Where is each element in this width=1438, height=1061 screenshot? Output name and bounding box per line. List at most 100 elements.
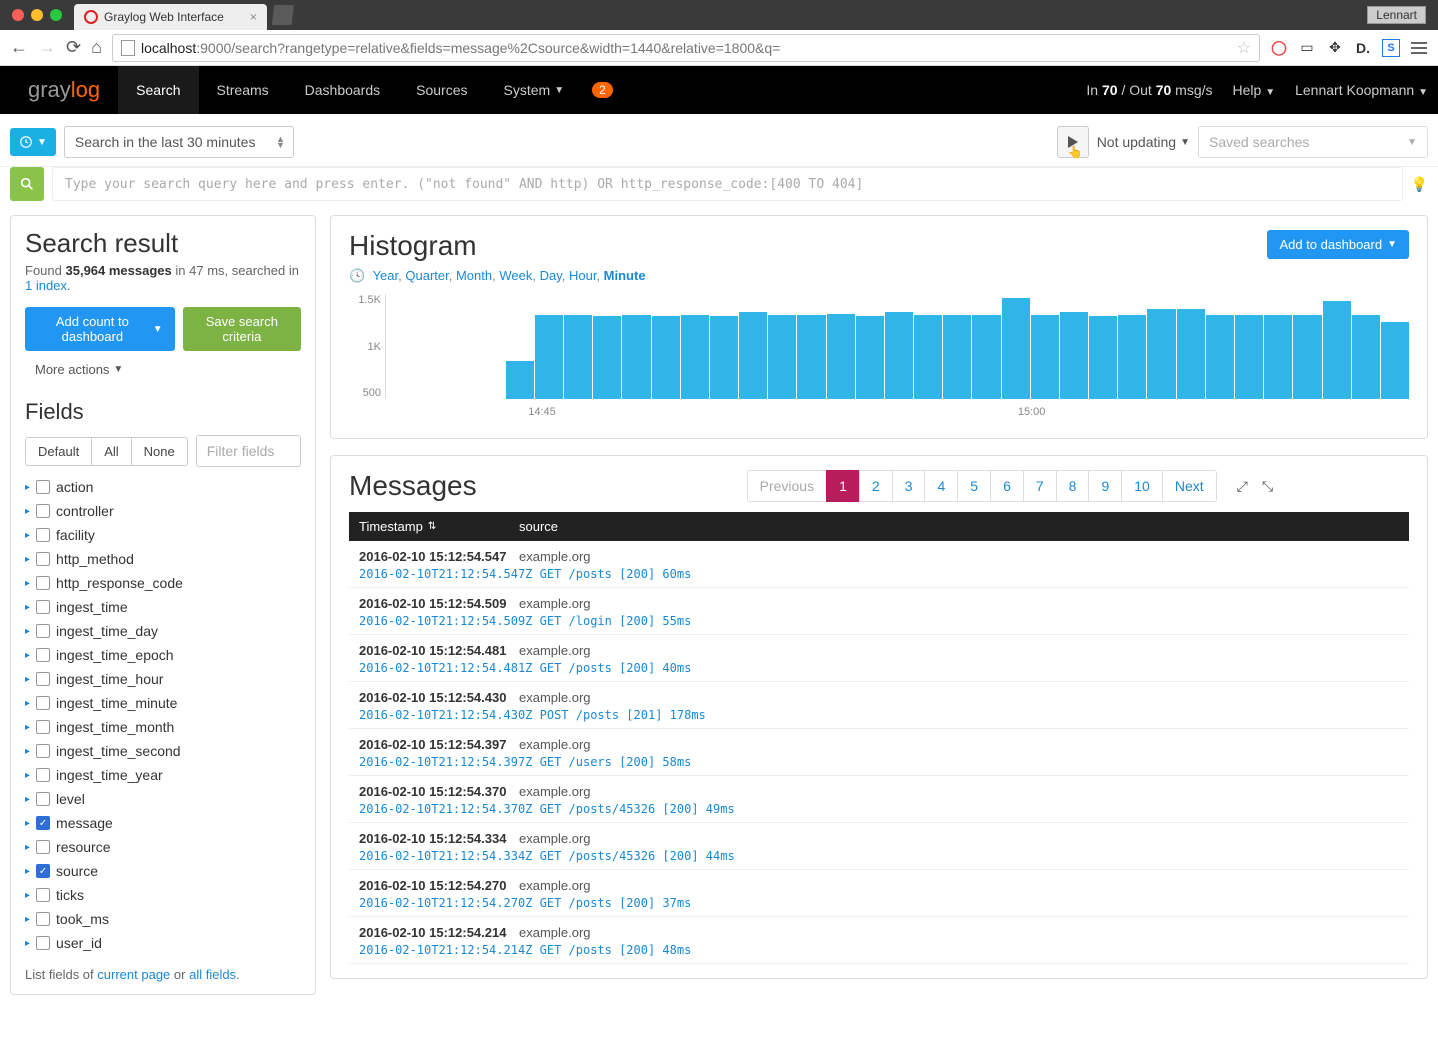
save-search-criteria-button[interactable]: Save search criteria [183,307,301,351]
nav-item-search[interactable]: Search [118,66,198,114]
menu-icon[interactable] [1410,39,1428,57]
histogram-bar[interactable] [1002,298,1030,400]
interval-week[interactable]: Week [499,268,532,283]
current-page-link[interactable]: current page [97,967,170,982]
user-menu[interactable]: Lennart Koopmann ▼ [1295,82,1428,98]
interval-year[interactable]: Year [373,268,399,283]
field-checkbox[interactable] [36,648,50,662]
histogram-bar[interactable] [1089,316,1117,399]
reload-icon[interactable]: ⟳ [66,37,81,58]
bookmark-star-icon[interactable]: ☆ [1237,38,1251,58]
field-checkbox[interactable] [36,504,50,518]
histogram-bar[interactable] [943,315,971,399]
field-checkbox[interactable] [36,600,50,614]
field-checkbox[interactable] [36,552,50,566]
page-2[interactable]: 2 [859,470,893,502]
interval-hour[interactable]: Hour [569,268,596,283]
interval-month[interactable]: Month [456,268,492,283]
add-count-dashboard-button[interactable]: Add count to dashboard ▼ [25,307,175,351]
url-bar[interactable]: localhost:9000/search?rangetype=relative… [112,34,1260,62]
caret-right-icon[interactable]: ▸ [25,794,30,805]
histogram-bar[interactable] [564,315,592,399]
histogram-bar[interactable] [1147,309,1175,399]
caret-right-icon[interactable]: ▸ [25,938,30,949]
caret-right-icon[interactable]: ▸ [25,506,30,517]
histogram-bar[interactable] [1264,315,1292,399]
field-checkbox[interactable] [36,480,50,494]
histogram-bar[interactable] [768,315,796,399]
field-checkbox[interactable] [36,912,50,926]
field-tab-none[interactable]: None [131,437,188,466]
help-menu[interactable]: Help ▼ [1233,82,1276,98]
histogram-chart[interactable]: 1.5K1K500 14:4515:00 [349,294,1409,424]
histogram-bar[interactable] [1235,315,1263,399]
nav-back-icon[interactable]: ← [10,37,28,58]
histogram-bar[interactable] [593,316,621,399]
lightbulb-icon[interactable]: 💡 [1411,176,1428,193]
new-tab-button[interactable] [272,5,294,25]
page-4[interactable]: 4 [924,470,958,502]
ext-icon-s[interactable]: S [1382,39,1400,57]
ext-icon-move[interactable]: ✥ [1326,39,1344,57]
play-refresh-button[interactable]: 👆 [1057,126,1089,158]
caret-right-icon[interactable]: ▸ [25,914,30,925]
caret-right-icon[interactable]: ▸ [25,674,30,685]
histogram-bar[interactable] [622,315,650,399]
expand-icon[interactable]: ⤢ [1237,478,1248,495]
caret-right-icon[interactable]: ▸ [25,578,30,589]
histogram-bar[interactable] [506,361,534,400]
nav-item-dashboards[interactable]: Dashboards [287,66,399,114]
caret-right-icon[interactable]: ▸ [25,866,30,877]
page-prev[interactable]: Previous [747,470,827,502]
page-3[interactable]: 3 [892,470,926,502]
caret-right-icon[interactable]: ▸ [25,626,30,637]
histogram-bar[interactable] [827,314,855,399]
nav-item-sources[interactable]: Sources [398,66,485,114]
page-9[interactable]: 9 [1088,470,1122,502]
histogram-bar[interactable] [1206,315,1234,399]
field-checkbox[interactable] [36,744,50,758]
logo[interactable]: graylog [10,77,118,103]
caret-right-icon[interactable]: ▸ [25,482,30,493]
chrome-user-badge[interactable]: Lennart [1367,6,1426,24]
field-checkbox[interactable] [36,696,50,710]
caret-right-icon[interactable]: ▸ [25,650,30,661]
message-row[interactable]: 2016-02-10 15:12:54.547example.org2016-0… [349,541,1409,588]
histogram-bar[interactable] [914,315,942,399]
search-button[interactable] [10,167,44,201]
field-checkbox[interactable]: ✓ [36,864,50,878]
caret-right-icon[interactable]: ▸ [25,698,30,709]
nav-item-streams[interactable]: Streams [199,66,287,114]
field-checkbox[interactable] [36,792,50,806]
window-maximize[interactable] [50,9,62,21]
page-10[interactable]: 10 [1121,470,1163,502]
page-8[interactable]: 8 [1056,470,1090,502]
collapse-icon[interactable]: ⤡ [1262,478,1273,495]
field-checkbox[interactable] [36,840,50,854]
message-row[interactable]: 2016-02-10 15:12:54.214example.org2016-0… [349,917,1409,964]
field-checkbox[interactable] [36,720,50,734]
caret-right-icon[interactable]: ▸ [25,554,30,565]
message-row[interactable]: 2016-02-10 15:12:54.397example.org2016-0… [349,729,1409,776]
more-actions-menu[interactable]: More actions ▼ [25,362,123,377]
message-row[interactable]: 2016-02-10 15:12:54.509example.org2016-0… [349,588,1409,635]
notification-badge[interactable]: 2 [592,82,613,98]
histogram-bar[interactable] [1060,312,1088,400]
time-config-button[interactable]: ▼ [10,128,56,156]
histogram-bar[interactable] [885,312,913,400]
histogram-bar[interactable] [856,316,884,399]
field-checkbox[interactable] [36,888,50,902]
field-checkbox[interactable] [36,576,50,590]
window-close[interactable] [12,9,24,21]
message-row[interactable]: 2016-02-10 15:12:54.430example.org2016-0… [349,682,1409,729]
field-tab-all[interactable]: All [91,437,131,466]
caret-right-icon[interactable]: ▸ [25,770,30,781]
col-source[interactable]: source [519,519,1399,534]
add-to-dashboard-button[interactable]: Add to dashboard ▼ [1267,230,1409,259]
caret-right-icon[interactable]: ▸ [25,842,30,853]
window-minimize[interactable] [31,9,43,21]
page-5[interactable]: 5 [957,470,991,502]
caret-right-icon[interactable]: ▸ [25,602,30,613]
caret-right-icon[interactable]: ▸ [25,890,30,901]
histogram-bar[interactable] [1352,315,1380,399]
